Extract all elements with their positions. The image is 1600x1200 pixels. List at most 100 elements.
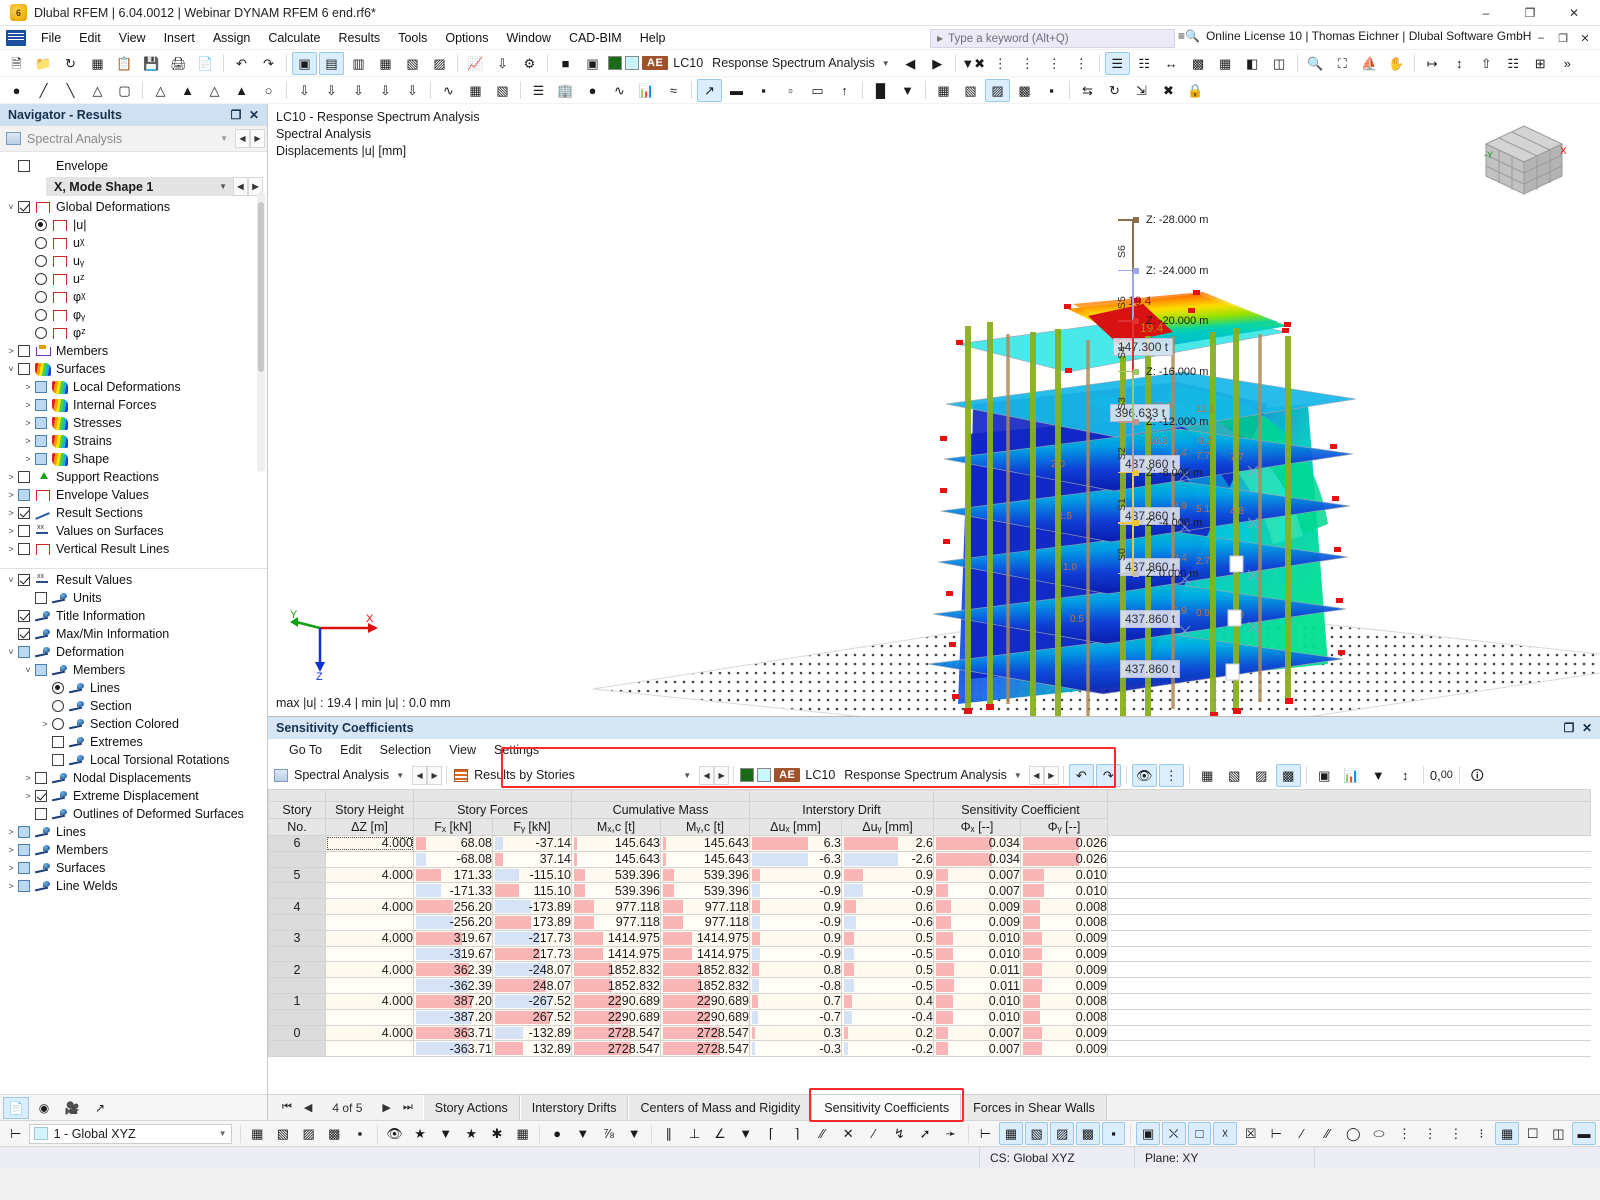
table-loadcase-selector[interactable]: AE LC10 Response Spectrum Analysis ▼ — [740, 765, 1027, 786]
tree-item-section-colored[interactable]: ˃ Section Colored — [0, 715, 267, 733]
tree-checkbox[interactable] — [18, 646, 30, 658]
mass-icon[interactable]: ● — [580, 79, 605, 102]
grid-cell-fx[interactable]: -319.67 — [413, 945, 493, 963]
grid-cell-duy[interactable]: -0.5 — [841, 945, 934, 963]
table-row[interactable]: 6 4.000 68.08 -37.14 145.643 145.643 6.3 2.6 0.0… — [268, 835, 1591, 852]
grid-cell-fx[interactable]: -362.39 — [413, 977, 493, 994]
panel-icon[interactable]: ◫ — [1267, 52, 1292, 75]
more-toolbar-icon[interactable]: » — [1555, 52, 1580, 75]
table-row[interactable]: 1 4.000 387.20 -267.52 2290.689 2290.689 0.7 0.… — [268, 992, 1591, 1010]
printout-icon[interactable]: 📋 — [112, 52, 137, 75]
prev-page-button[interactable]: ◀ — [298, 1101, 318, 1114]
grid-cell-phix[interactable]: 0.009 — [933, 898, 1021, 915]
grid-cell-fy[interactable]: -115.10 — [492, 866, 572, 884]
slash-icon[interactable]: ⁄ — [862, 1122, 886, 1145]
loadcase-selector[interactable]: AE LC10 Response Spectrum Analysis ▼ — [608, 53, 895, 74]
menu-item-view[interactable]: View — [110, 28, 155, 48]
dbl-line-icon[interactable]: ∕∕ — [1316, 1122, 1340, 1145]
grid-cell-story-height[interactable]: 4.000 — [325, 992, 414, 1010]
grid-cell-story-height[interactable] — [325, 945, 414, 963]
grid-cell-story[interactable] — [268, 882, 326, 900]
table-panel-undock-button[interactable]: ❐ — [1560, 721, 1578, 735]
redo-table-icon[interactable]: ↷ — [1095, 763, 1121, 787]
table-row[interactable]: -362.39 248.07 1852.832 1852.832 -0.8 -0.5 0.0… — [268, 977, 1591, 994]
parallel2-icon[interactable]: ∕∕ — [811, 1122, 835, 1145]
angle-dropdown-icon[interactable]: ▼ — [734, 1122, 758, 1145]
grid-cell-fy[interactable]: -37.14 — [492, 835, 572, 852]
view-side-icon[interactable]: ▥ — [346, 52, 371, 75]
pan-icon[interactable]: ✋ — [1384, 52, 1409, 75]
grid-cell-mx[interactable]: 1414.975 — [571, 929, 661, 947]
tree-checkbox[interactable] — [35, 453, 47, 465]
search-input[interactable]: ▶ Type a keyword (Alt+Q) — [930, 29, 1175, 48]
export-excel-icon[interactable]: 📊 — [1339, 764, 1364, 787]
grid-cell-fy[interactable]: 132.89 — [492, 1040, 572, 1058]
grid-cell-mx[interactable]: 145.643 — [571, 850, 661, 868]
grid-cell-dux[interactable]: -0.9 — [749, 882, 842, 900]
menu-item-edit[interactable]: Edit — [70, 28, 110, 48]
tree-checkbox[interactable] — [35, 664, 47, 676]
tree-expander[interactable]: ˅ — [4, 202, 18, 212]
tree-item-item[interactable]: φᵧ — [0, 306, 267, 324]
table-loadcase-next-button[interactable]: ▶ — [1043, 765, 1059, 785]
surface-support-icon[interactable]: ▲ — [229, 79, 254, 102]
grid-cell-fx[interactable]: 363.71 — [413, 1024, 493, 1042]
dimension-icon[interactable]: ↦ — [1420, 52, 1445, 75]
save-icon[interactable]: 💾 — [139, 52, 164, 75]
tree-checkbox[interactable] — [18, 345, 30, 357]
perpendicular-icon[interactable]: ⊥ — [683, 1122, 707, 1145]
calc-icon[interactable]: ⚙ — [517, 52, 542, 75]
tree-checkbox[interactable] — [18, 862, 30, 874]
menu-item-cad-bim[interactable]: CAD-BIM — [560, 28, 631, 48]
chevron-down-icon[interactable]: ▼ — [213, 134, 235, 143]
table-analysis-next-button[interactable]: ▶ — [427, 765, 443, 785]
tree-item-values-on-surfaces[interactable]: ˃ Values on Surfaces — [0, 522, 267, 540]
redo-icon[interactable]: ↷ — [256, 52, 281, 75]
tree-checkbox[interactable] — [18, 880, 30, 892]
grid-cell-duy[interactable]: 0.4 — [841, 992, 934, 1010]
rotate-icon[interactable]: ↻ — [1102, 79, 1127, 102]
grid-cell-phix[interactable]: 0.009 — [933, 913, 1021, 931]
tree-item-section[interactable]: Section — [0, 697, 267, 715]
grid-cell-story-height[interactable] — [325, 977, 414, 994]
tree-checkbox[interactable] — [18, 543, 30, 555]
loadcase-next-button[interactable]: ▶ — [925, 52, 950, 75]
tree-item-result-sections[interactable]: ˃ Result Sections — [0, 504, 267, 522]
grid-cell-phix[interactable]: 0.034 — [933, 835, 1021, 852]
tree-radio[interactable] — [35, 255, 47, 267]
navigator-model-tab-icon[interactable]: 📄 — [3, 1096, 29, 1119]
values-xxx-icon[interactable]: ⋮ — [988, 52, 1013, 75]
grid-cell-mx[interactable]: 977.118 — [571, 913, 661, 931]
grid-cell-story-height[interactable]: 4.000 — [325, 1024, 414, 1042]
grid-cell-fx[interactable]: 256.20 — [413, 898, 493, 915]
table-row[interactable]: -387.20 267.52 2290.689 2290.689 -0.7 -0.4 0.0… — [268, 1008, 1591, 1026]
grid-visible-icon[interactable]: ▦ — [1495, 1122, 1519, 1145]
table-row[interactable]: 3 4.000 319.67 -217.73 1414.975 1414.975 0.9 0.… — [268, 929, 1591, 947]
line-icon[interactable]: ╱ — [31, 79, 56, 102]
grid-cell-fx[interactable]: 387.20 — [413, 992, 493, 1010]
tree-expander[interactable]: ˃ — [4, 544, 18, 554]
grid-cell-mx[interactable]: 2728.547 — [571, 1040, 661, 1058]
grid-cell-duy[interactable]: 0.9 — [841, 866, 934, 884]
tree-checkbox[interactable] — [18, 160, 30, 172]
grid-cell-story[interactable] — [268, 913, 326, 931]
navigator-scrollbar[interactable] — [257, 192, 265, 472]
tree-radio[interactable] — [52, 700, 64, 712]
navigator-display-tab-icon[interactable]: ◉ — [31, 1097, 57, 1119]
grid-cell-phix[interactable]: 0.007 — [933, 882, 1021, 900]
grid-cell-mx[interactable]: 2290.689 — [571, 1008, 661, 1026]
snap-icon[interactable]: ⇧ — [1474, 52, 1499, 75]
line-support-icon[interactable]: ▲ — [175, 79, 200, 102]
table-sort-icon[interactable]: ↕ — [1393, 764, 1418, 787]
results-type-prev-button[interactable]: ◀ — [699, 765, 715, 785]
grid-cell-dux[interactable]: 0.9 — [749, 898, 842, 915]
tree-item-item[interactable]: φᶻ — [0, 324, 267, 342]
tree-item-title-information[interactable]: Title Information — [0, 607, 267, 625]
tree-item-u[interactable]: uᵧ — [0, 252, 267, 270]
menu-item-calculate[interactable]: Calculate — [259, 28, 329, 48]
grid-cell-phix[interactable]: 0.007 — [933, 866, 1021, 884]
grid-cell-story-height[interactable]: 4.000 — [325, 835, 414, 852]
deformation-result-icon[interactable]: ↗ — [697, 78, 722, 102]
table-row[interactable]: 4 4.000 256.20 -173.89 977.118 977.118 0.9 0.6 0… — [268, 898, 1591, 915]
building-model-icon[interactable]: 🏢 — [553, 79, 578, 102]
